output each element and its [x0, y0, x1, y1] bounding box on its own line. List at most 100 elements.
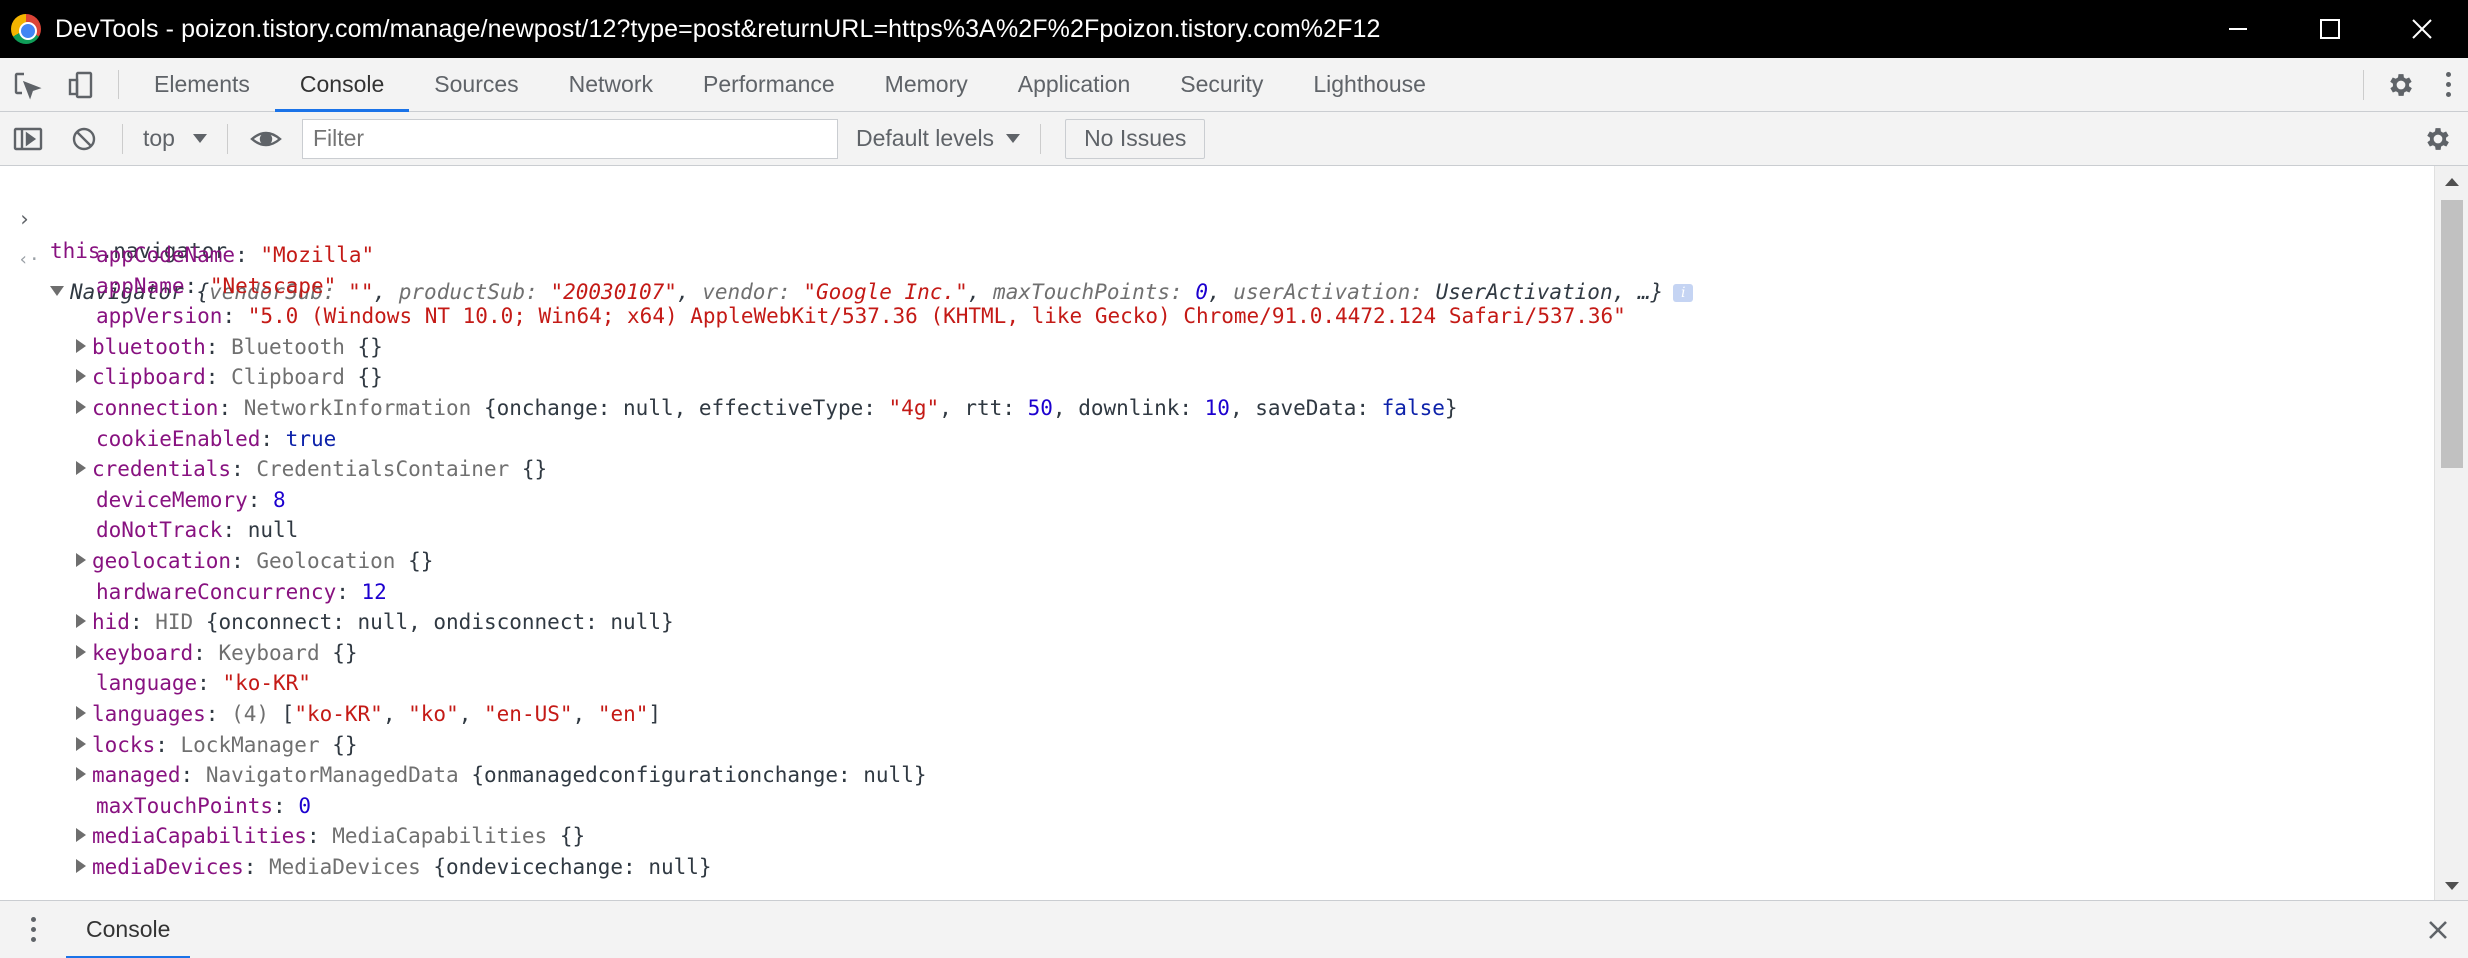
tab-network[interactable]: Network [544, 58, 678, 111]
expand-triangle-icon[interactable] [76, 400, 86, 414]
expand-triangle-icon[interactable] [76, 461, 86, 476]
property-value: "Netscape" [209, 273, 337, 298]
device-toolbar-icon [68, 71, 93, 98]
property-name: appVersion [96, 304, 223, 329]
expand-triangle-icon[interactable] [76, 736, 86, 751]
vertical-scrollbar[interactable] [2434, 166, 2468, 900]
property-name: hardwareConcurrency [96, 579, 337, 604]
property-value: Clipboard [231, 365, 358, 390]
property-value: Geolocation [256, 549, 409, 573]
gear-icon [2390, 73, 2412, 96]
property-value: Keyboard [218, 640, 333, 665]
property-value: Bluetooth [231, 334, 358, 359]
gear-icon [2427, 127, 2449, 150]
chrome-logo-icon [11, 14, 41, 44]
property-name: deviceMemory [96, 487, 248, 512]
property-value: null [247, 518, 299, 543]
devtools-tab-bar: Elements Console Sources Network Perform… [0, 58, 2468, 112]
property-content: clipboard: Clipboard {} [76, 361, 383, 393]
property-content: appVersion: "5.0 (Windows NT 10.0; Win64… [96, 300, 1626, 332]
scroll-thumb[interactable] [2441, 200, 2463, 468]
expand-triangle-icon[interactable] [76, 614, 86, 629]
console-output[interactable]: › this.navigator // placeholder - real i… [0, 166, 2468, 900]
expand-triangle-icon[interactable] [76, 859, 86, 873]
close-icon [2412, 19, 2432, 39]
more-options-icon [2445, 72, 2451, 77]
more-options-button[interactable] [2428, 72, 2468, 97]
property-colon: : [218, 396, 244, 420]
drawer-tab-console[interactable]: Console [66, 901, 191, 958]
property-name: credentials [92, 457, 232, 482]
show-sidebar-button[interactable] [0, 112, 56, 165]
tab-performance[interactable]: Performance [678, 58, 860, 111]
expand-triangle-icon[interactable] [76, 767, 86, 782]
property-value: , downlink: [1052, 396, 1205, 420]
property-value: , [382, 702, 409, 726]
tab-console[interactable]: Console [274, 58, 410, 112]
property-name: hid [92, 610, 130, 635]
property-colon: : [306, 824, 333, 849]
context-selector[interactable]: top [143, 125, 207, 152]
property-value: "ko-KR" [222, 671, 311, 696]
property-colon: : [197, 671, 223, 696]
property-name: clipboard [92, 365, 206, 390]
issues-button[interactable]: No Issues [1065, 118, 1206, 159]
property-name: geolocation [92, 549, 232, 573]
property-colon: : [184, 273, 210, 298]
property-content: connection: NetworkInformation {onchange… [76, 392, 1458, 424]
property-value: {ondevicechange: null} [433, 855, 712, 879]
scroll-up-icon[interactable] [2445, 178, 2459, 186]
property-name: keyboard [92, 640, 194, 665]
drawer-bar: Console [0, 900, 2468, 958]
tab-lighthouse[interactable]: Lighthouse [1288, 58, 1451, 111]
expand-triangle-icon[interactable] [50, 286, 64, 296]
settings-button[interactable] [2374, 58, 2428, 111]
expand-triangle-icon[interactable] [76, 338, 86, 353]
scroll-down-icon[interactable] [2445, 882, 2459, 890]
property-value: {} [559, 824, 586, 849]
filter-input[interactable] [301, 118, 838, 159]
maximize-button[interactable] [2284, 0, 2376, 58]
tab-memory[interactable]: Memory [860, 58, 993, 111]
inspect-element-button[interactable] [0, 58, 54, 111]
property-colon: : [260, 426, 286, 451]
toolbar-divider [226, 123, 228, 154]
property-value: } [1444, 396, 1458, 420]
property-name: cookieEnabled [96, 426, 261, 451]
log-levels-dropdown[interactable]: Default levels [856, 125, 1021, 152]
expand-triangle-icon[interactable] [76, 369, 86, 384]
property-value: "en" [597, 702, 649, 726]
property-colon: : [243, 855, 270, 879]
info-icon[interactable]: i [1673, 284, 1694, 302]
result-arrow-icon: ‹· [18, 249, 40, 270]
expand-triangle-icon[interactable] [76, 828, 86, 843]
property-content: hid: HID {onconnect: null, ondisconnect:… [76, 606, 674, 638]
tab-sources[interactable]: Sources [409, 58, 543, 111]
live-expression-button[interactable] [238, 112, 294, 165]
close-drawer-button[interactable] [2408, 901, 2468, 958]
property-content: appName: "Netscape" [96, 270, 336, 302]
tab-security[interactable]: Security [1155, 58, 1288, 111]
expand-triangle-icon[interactable] [76, 553, 86, 567]
property-value: {} [408, 549, 434, 573]
clear-console-button[interactable] [56, 112, 112, 165]
console-result-line[interactable]: ‹· Navigator {vendorSub: "", productSub:… [0, 212, 1694, 304]
drawer-menu-button[interactable] [0, 917, 66, 942]
property-name: languages [92, 702, 206, 726]
tab-application[interactable]: Application [993, 58, 1156, 111]
property-colon: : [222, 304, 248, 329]
property-value: {onchange: null, effectiveType: [483, 396, 889, 420]
device-toolbar-button[interactable] [54, 58, 108, 111]
console-settings-button[interactable] [2408, 112, 2468, 165]
expand-triangle-icon[interactable] [76, 644, 86, 659]
close-window-button[interactable] [2376, 0, 2468, 58]
show-sidebar-icon [13, 127, 43, 150]
console-toolbar: top Default levels No Issues [0, 112, 2468, 166]
expand-triangle-icon[interactable] [76, 706, 86, 720]
minimize-button[interactable] [2192, 0, 2284, 58]
property-value: false [1381, 396, 1445, 420]
maximize-icon [2320, 19, 2340, 39]
property-content: appCodeName: "Mozilla" [96, 239, 374, 271]
tab-elements[interactable]: Elements [129, 58, 275, 111]
chevron-down-icon [192, 134, 207, 143]
